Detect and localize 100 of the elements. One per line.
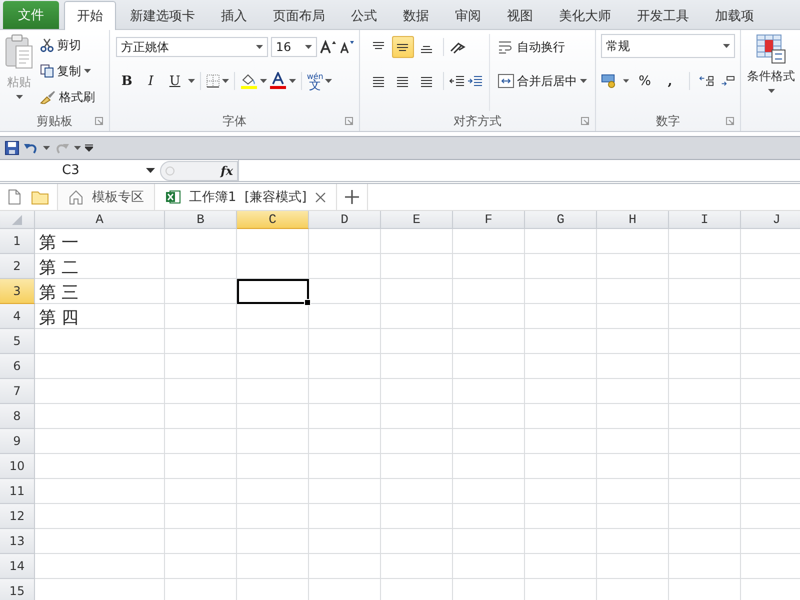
- ribbon-tab[interactable]: 页面布局: [261, 2, 337, 29]
- cut-button[interactable]: 剪切: [38, 34, 97, 56]
- dropdown-caret-icon[interactable]: [288, 79, 296, 83]
- file-menu-tab[interactable]: 文件: [3, 1, 59, 29]
- row-header[interactable]: 3: [0, 279, 35, 304]
- row-header[interactable]: 13: [0, 529, 35, 554]
- spreadsheet-file-icon: [165, 189, 181, 205]
- row-header[interactable]: 12: [0, 504, 35, 529]
- dropdown-caret-icon[interactable]: [325, 79, 332, 83]
- active-cell-outline[interactable]: [237, 279, 309, 304]
- ribbon-tab[interactable]: 开发工具: [625, 2, 701, 29]
- name-box[interactable]: C3: [0, 160, 160, 181]
- fill-color-icon[interactable]: [240, 72, 258, 90]
- font-name-dropdown[interactable]: 方正姚体: [116, 37, 268, 57]
- undo-icon[interactable]: [23, 141, 39, 155]
- dropdown-caret-icon[interactable]: [723, 44, 730, 48]
- column-header[interactable]: G: [525, 211, 597, 229]
- merge-center-button[interactable]: 合并后居中: [496, 68, 589, 94]
- percent-style-button[interactable]: %: [635, 70, 654, 92]
- ribbon-tab[interactable]: 开始: [64, 1, 116, 30]
- customize-toolbar-icon[interactable]: [85, 144, 93, 152]
- column-header[interactable]: E: [381, 211, 453, 229]
- align-middle-button[interactable]: [392, 36, 414, 58]
- dropdown-caret-icon[interactable]: [16, 95, 22, 99]
- row-header[interactable]: 6: [0, 354, 35, 379]
- dropdown-caret-icon[interactable]: [256, 45, 263, 49]
- dialog-launcher-icon[interactable]: [726, 117, 734, 125]
- decrease-indent-icon[interactable]: [448, 74, 465, 88]
- column-header[interactable]: I: [669, 211, 741, 229]
- italic-button[interactable]: I: [140, 70, 162, 92]
- wrap-text-button[interactable]: 自动换行: [496, 34, 589, 60]
- dropdown-caret-icon[interactable]: [222, 79, 229, 83]
- ribbon-tab[interactable]: 美化大师: [547, 2, 623, 29]
- dropdown-caret-icon[interactable]: [260, 79, 267, 83]
- underline-button[interactable]: U: [164, 70, 186, 92]
- row-header[interactable]: 2: [0, 254, 35, 279]
- dialog-launcher-icon[interactable]: [344, 117, 353, 125]
- dropdown-caret-icon[interactable]: [622, 79, 630, 83]
- column-header[interactable]: B: [165, 211, 237, 229]
- clipboard-icon: [4, 34, 34, 70]
- insert-function-button[interactable]: fx: [160, 160, 238, 180]
- row-header[interactable]: 1: [0, 229, 35, 254]
- bold-button[interactable]: B: [116, 70, 138, 92]
- column-header[interactable]: J: [741, 211, 800, 229]
- align-right-icon: [420, 76, 434, 86]
- comma-style-button[interactable]: ,: [660, 70, 680, 92]
- add-tab-icon[interactable]: [344, 190, 359, 204]
- group-title: 数字: [656, 112, 680, 130]
- column-header[interactable]: C: [237, 211, 309, 229]
- row-header[interactable]: 11: [0, 479, 35, 504]
- column-header[interactable]: D: [309, 211, 381, 229]
- document-tab[interactable]: 模板专区: [58, 184, 155, 210]
- dialog-launcher-icon[interactable]: [94, 117, 103, 125]
- align-center-icon: [396, 76, 410, 86]
- close-icon[interactable]: [314, 192, 326, 202]
- font-size-dropdown[interactable]: 16: [270, 37, 317, 57]
- number-format-dropdown[interactable]: 常规: [601, 34, 736, 58]
- ribbon-tab[interactable]: 公式: [339, 2, 389, 29]
- currency-icon[interactable]: [601, 73, 617, 89]
- row-header[interactable]: 14: [0, 554, 35, 579]
- decrease-decimal-icon[interactable]: [720, 74, 736, 88]
- dropdown-caret-icon[interactable]: [43, 146, 50, 150]
- font-color-icon[interactable]: [268, 72, 287, 90]
- ribbon-tab[interactable]: 视图: [495, 2, 545, 29]
- conditional-format-button[interactable]: 条件格式: [745, 34, 798, 131]
- dropdown-caret-icon[interactable]: [304, 45, 312, 49]
- increase-indent-icon[interactable]: [466, 74, 483, 88]
- dropdown-caret-icon[interactable]: [84, 69, 91, 73]
- group-title: 剪贴板: [36, 112, 72, 130]
- row-header[interactable]: 5: [0, 329, 35, 354]
- dropdown-caret-icon[interactable]: [768, 89, 775, 93]
- row-header[interactable]: 9: [0, 429, 35, 454]
- column-header[interactable]: H: [597, 211, 669, 229]
- dropdown-caret-icon[interactable]: [188, 79, 195, 83]
- save-icon[interactable]: [5, 141, 19, 155]
- phonetic-guide-button[interactable]: wén 文: [306, 72, 324, 90]
- row-header[interactable]: 15: [0, 579, 35, 600]
- row-header[interactable]: 4: [0, 304, 35, 329]
- wrap-text-icon: [498, 40, 514, 54]
- column-header[interactable]: A: [35, 211, 165, 229]
- ribbon-tab[interactable]: 数据: [391, 2, 441, 29]
- column-header[interactable]: F: [453, 211, 525, 229]
- row-header[interactable]: 8: [0, 404, 35, 429]
- copy-icon: [40, 64, 54, 78]
- dialog-launcher-icon[interactable]: [581, 117, 590, 125]
- dropdown-caret-icon[interactable]: [74, 146, 81, 150]
- ribbon-tab[interactable]: 新建选项卡: [118, 2, 207, 29]
- ribbon-tab[interactable]: 加载项: [703, 2, 766, 29]
- dropdown-caret-icon[interactable]: [580, 79, 587, 83]
- format-painter-button[interactable]: 格式刷: [38, 86, 97, 108]
- increase-font-size-icon[interactable]: [320, 40, 336, 54]
- row-header[interactable]: 10: [0, 454, 35, 479]
- borders-icon[interactable]: [206, 74, 220, 88]
- ribbon-tab[interactable]: 插入: [209, 2, 259, 29]
- row-header[interactable]: 7: [0, 379, 35, 404]
- increase-decimal-icon[interactable]: [698, 74, 714, 88]
- copy-button[interactable]: 复制: [38, 60, 97, 82]
- new-file-icon[interactable]: [8, 189, 21, 205]
- decrease-font-size-icon[interactable]: [338, 40, 355, 54]
- ribbon-tab[interactable]: 审阅: [443, 2, 493, 29]
